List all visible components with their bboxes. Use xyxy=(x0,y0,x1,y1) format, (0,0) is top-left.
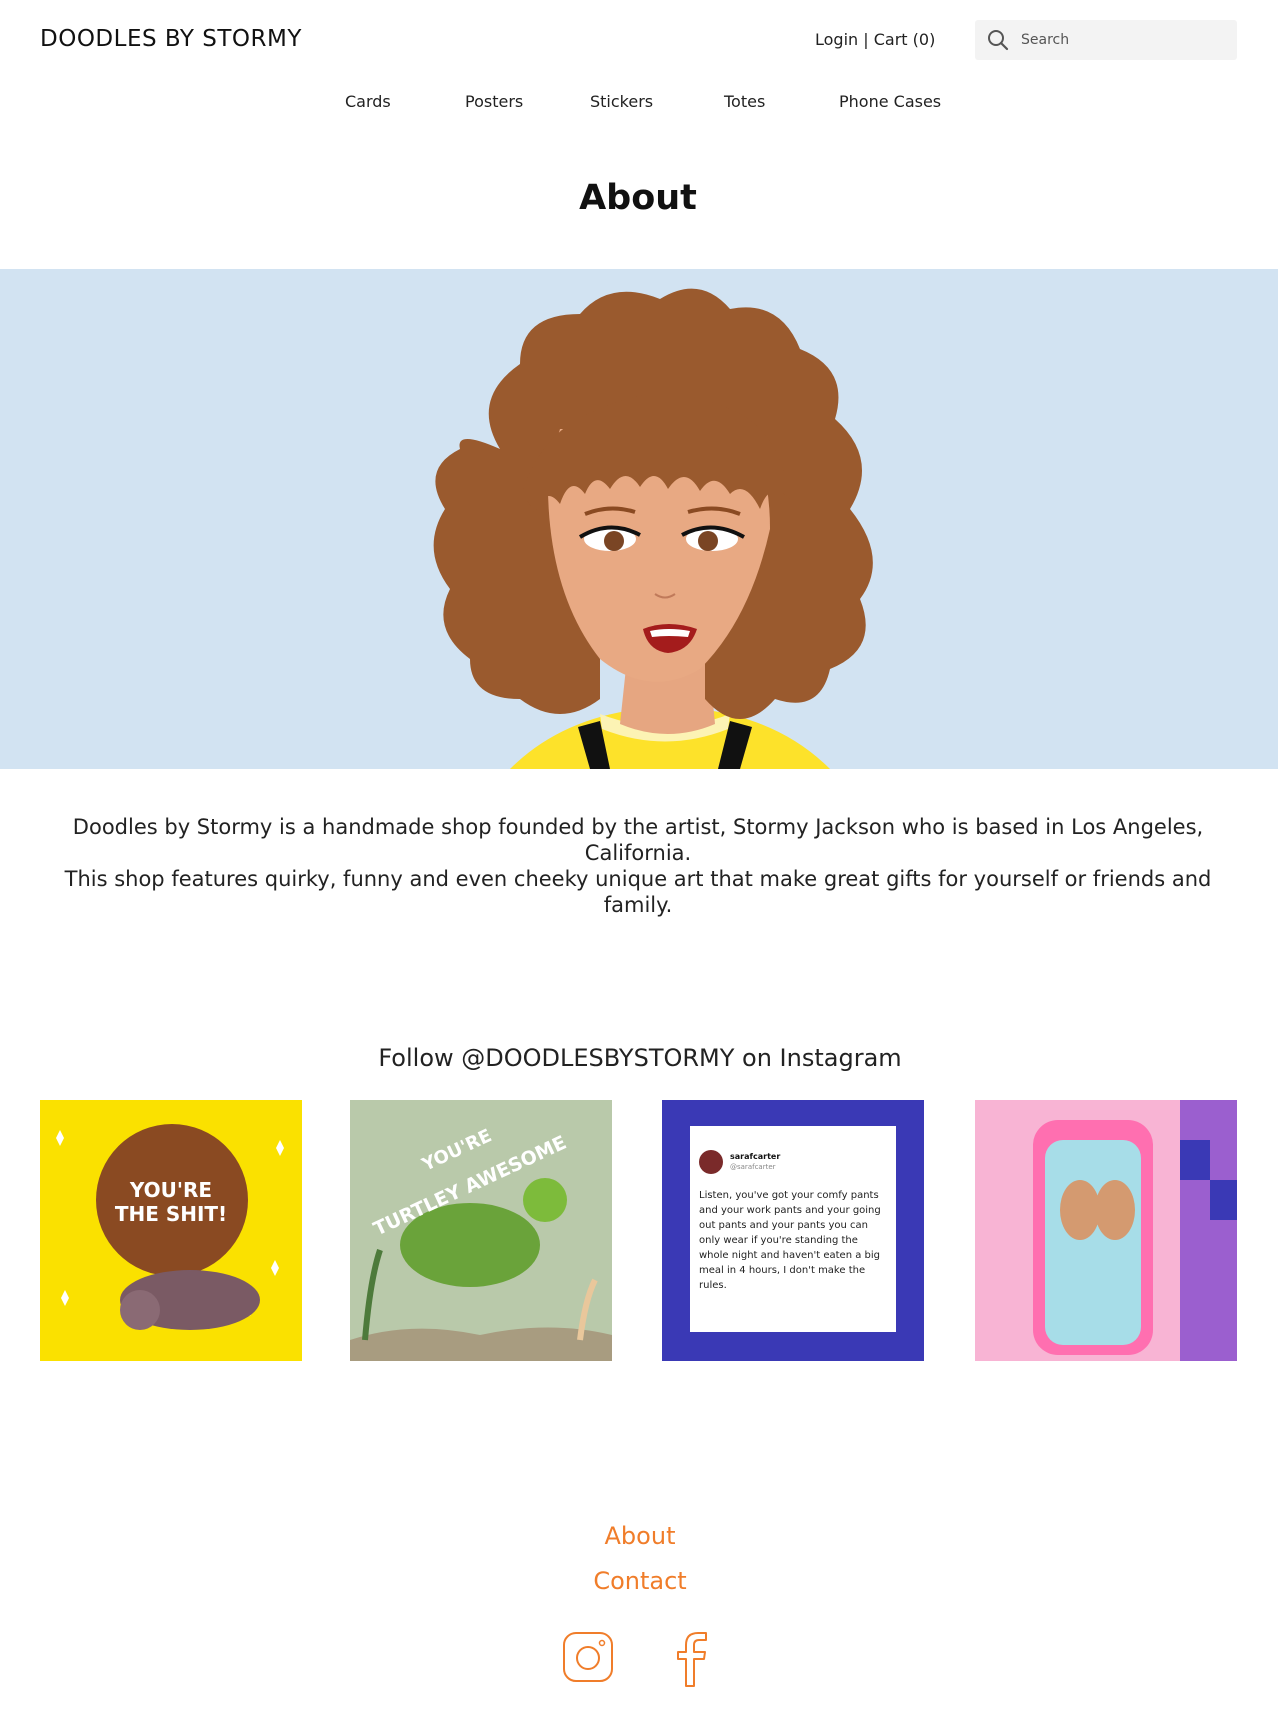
about-intro: Doodles by Stormy is a handmade shop fou… xyxy=(40,814,1236,918)
post-text-line-2: THE SHIT! xyxy=(114,1202,228,1226)
login-link[interactable]: Login xyxy=(815,30,858,49)
account-links: Login | Cart (0) xyxy=(815,30,935,49)
post-image-beetle xyxy=(56,1124,284,1330)
artist-portrait-banner xyxy=(0,269,1278,769)
post-image-bathtub xyxy=(1033,1100,1237,1361)
instagram-post[interactable] xyxy=(975,1100,1237,1361)
search-box[interactable] xyxy=(975,20,1237,60)
nav-posters[interactable]: Posters xyxy=(465,92,523,111)
tweet-handle: @sarafcarter xyxy=(730,1163,776,1171)
avatar xyxy=(699,1150,723,1174)
instagram-post[interactable]: YOU'RE TURTLEY AWESOME xyxy=(350,1100,612,1361)
post-text-line-1: YOU'RE xyxy=(129,1178,213,1202)
artist-portrait-illustration xyxy=(433,288,873,769)
site-header: DOODLES BY STORMY Login | Cart (0) xyxy=(0,0,1280,80)
page-title: About xyxy=(579,178,697,218)
nav-stickers[interactable]: Stickers xyxy=(590,92,653,111)
tweet-text: Listen, you've got your comfy pants and … xyxy=(699,1190,881,1291)
instagram-heading: Follow @DOODLESBYSTORMY on Instagram xyxy=(378,1044,902,1072)
nav-cards[interactable]: Cards xyxy=(345,92,391,111)
nav-totes[interactable]: Totes xyxy=(724,92,765,111)
intro-line-1: Doodles by Stormy is a handmade shop fou… xyxy=(72,815,1204,865)
main-nav: Cards Posters Stickers Totes Phone Cases xyxy=(0,92,1280,122)
cart-link[interactable]: Cart (0) xyxy=(874,30,936,49)
instagram-post[interactable]: sarafcarter @sarafcarter Listen, you've … xyxy=(662,1100,924,1361)
tweet-card: sarafcarter @sarafcarter Listen, you've … xyxy=(690,1126,896,1332)
facebook-icon[interactable] xyxy=(672,1631,712,1687)
account-separator: | xyxy=(858,30,874,49)
intro-line-2: This shop features quirky, funny and eve… xyxy=(64,867,1212,917)
instagram-icon[interactable] xyxy=(562,1631,614,1683)
nav-phone-cases[interactable]: Phone Cases xyxy=(839,92,941,111)
search-icon[interactable] xyxy=(987,29,1009,51)
search-input[interactable] xyxy=(1019,31,1223,49)
tweet-username: sarafcarter xyxy=(730,1152,781,1161)
footer-about-link[interactable]: About xyxy=(0,1522,1280,1550)
footer-contact-link[interactable]: Contact xyxy=(0,1567,1280,1595)
instagram-post[interactable]: YOU'RE THE SHIT! xyxy=(40,1100,302,1361)
site-logo[interactable]: DOODLES BY STORMY xyxy=(40,26,302,52)
